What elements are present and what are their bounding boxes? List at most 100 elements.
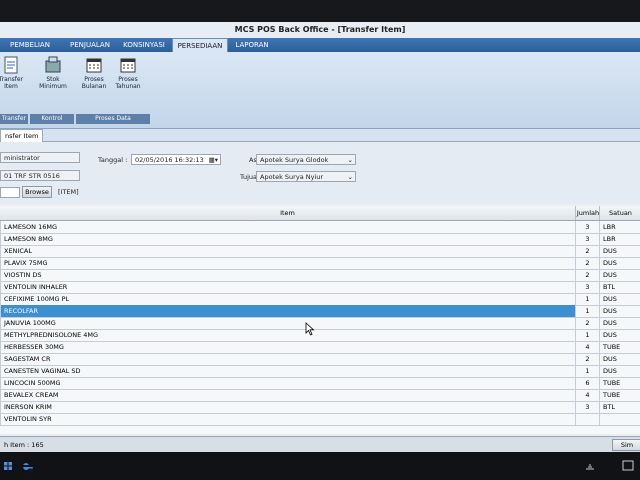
- tujuan-select[interactable]: Apotek Surya Nyiur ⌄: [256, 171, 356, 182]
- cell-item[interactable]: SAGESTAM CR: [0, 353, 575, 365]
- cell-satuan[interactable]: DUS: [599, 269, 640, 281]
- cell-satuan[interactable]: TUBE: [599, 389, 640, 401]
- cell-jumlah[interactable]: 6: [575, 377, 599, 389]
- item-tag: [ITEM]: [58, 188, 79, 196]
- browse-button[interactable]: Browse: [22, 186, 52, 198]
- asal-value: Apotek Surya Glodok: [260, 156, 329, 164]
- save-button[interactable]: Sim: [612, 439, 640, 451]
- cell-jumlah[interactable]: 2: [575, 353, 599, 365]
- cell-satuan[interactable]: BTL: [599, 281, 640, 293]
- tanggal-label: Tanggal :: [98, 156, 128, 164]
- cell-satuan[interactable]: BTL: [599, 401, 640, 413]
- proses-bulanan-button[interactable]: Proses Bulanan: [77, 56, 111, 90]
- cell-satuan[interactable]: TUBE: [599, 377, 640, 389]
- cell-satuan[interactable]: LBR: [599, 221, 640, 233]
- cell-satuan[interactable]: DUS: [599, 257, 640, 269]
- cell-jumlah[interactable]: 2: [575, 245, 599, 257]
- calendar-dropdown-icon[interactable]: ▦▾: [209, 155, 218, 164]
- ribbon-panel: Transfer Item Stok Minimum Proses Bulana…: [0, 52, 640, 129]
- cell-jumlah[interactable]: 4: [575, 341, 599, 353]
- cell-satuan[interactable]: DUS: [599, 365, 640, 377]
- cell-item[interactable]: CEFIXIME 100MG PL: [0, 293, 575, 305]
- transfer-item-label: Transfer Item: [0, 76, 24, 90]
- tujuan-value: Apotek Surya Nyiur: [260, 173, 324, 181]
- proses-tahunan-button[interactable]: Proses Tahunan: [111, 56, 145, 90]
- tanggal-value: 02/05/2016 16:32:13: [135, 156, 204, 164]
- table-row[interactable]: VENTOLIN SYR: [0, 413, 640, 426]
- cell-satuan[interactable]: TUBE: [599, 341, 640, 353]
- cell-item[interactable]: JANUVIA 100MG: [0, 317, 575, 329]
- chevron-down-icon: ⌄: [347, 156, 353, 164]
- cell-item[interactable]: VIOSTIN DS: [0, 269, 575, 281]
- cell-jumlah[interactable]: 1: [575, 329, 599, 341]
- cell-jumlah[interactable]: 1: [575, 365, 599, 377]
- cell-item[interactable]: METHYLPREDNISOLONE 4MG: [0, 329, 575, 341]
- cell-item[interactable]: LINCOCIN 500MG: [0, 377, 575, 389]
- items-grid: Item Jumlah Satuan LAMESON 16MG 3 LBR LAMES…: [0, 206, 640, 434]
- tab-konsinyasi[interactable]: KONSINYASI: [118, 38, 170, 52]
- cell-satuan[interactable]: DUS: [599, 245, 640, 257]
- start-icon[interactable]: [4, 462, 12, 470]
- proses-bulanan-label: Proses Bulanan: [81, 76, 107, 90]
- column-header-jumlah[interactable]: Jumlah: [575, 206, 600, 220]
- cell-item[interactable]: VENTOLIN INHALER: [0, 281, 575, 293]
- cell-item[interactable]: BEVALEX CREAM: [0, 389, 575, 401]
- cell-jumlah[interactable]: 3: [575, 401, 599, 413]
- cell-item[interactable]: LAMESON 16MG: [0, 221, 575, 233]
- monitor-bezel: [0, 0, 640, 22]
- cell-jumlah[interactable]: 3: [575, 281, 599, 293]
- cell-jumlah[interactable]: 2: [575, 317, 599, 329]
- item-code-input[interactable]: [0, 187, 20, 198]
- cell-item[interactable]: VENTOLIN SYR: [0, 413, 575, 425]
- column-header-item[interactable]: Item: [0, 206, 575, 220]
- ribbon-tab-bar: PEMBELIAN PENJUALAN KONSINYASI PERSEDIAA…: [0, 38, 640, 52]
- tab-persediaan[interactable]: PERSEDIAAN: [172, 38, 228, 52]
- network-icon[interactable]: [585, 462, 595, 470]
- browser-icon[interactable]: [18, 458, 34, 474]
- cell-item[interactable]: XENICAL: [0, 245, 575, 257]
- column-header-satuan[interactable]: Satuan: [599, 206, 640, 220]
- cell-satuan[interactable]: DUS: [599, 329, 640, 341]
- cell-satuan[interactable]: DUS: [599, 353, 640, 365]
- transfer-icon: [4, 56, 18, 74]
- cell-satuan[interactable]: LBR: [599, 233, 640, 245]
- cell-satuan[interactable]: [599, 413, 640, 425]
- cell-jumlah[interactable]: 3: [575, 233, 599, 245]
- cell-item[interactable]: CANESTEN VAGINAL SD: [0, 365, 575, 377]
- cell-satuan[interactable]: DUS: [599, 317, 640, 329]
- cell-jumlah[interactable]: 4: [575, 389, 599, 401]
- status-bar: h Item : 165 Sim: [0, 436, 640, 452]
- proses-tahunan-label: Proses Tahunan: [115, 76, 141, 90]
- cell-satuan[interactable]: DUS: [599, 293, 640, 305]
- mouse-cursor-icon: [305, 322, 315, 336]
- cell-item[interactable]: RECOLFAR: [0, 305, 575, 317]
- grid-header: Item Jumlah Satuan: [0, 206, 640, 221]
- group-transfer: Transfer: [0, 114, 28, 124]
- tab-laporan[interactable]: LAPORAN: [230, 38, 274, 52]
- tab-pembelian[interactable]: PEMBELIAN: [0, 38, 60, 52]
- calendar-icon: [86, 58, 102, 73]
- asal-select[interactable]: Apotek Surya Glodok ⌄: [256, 154, 356, 165]
- tanggal-input[interactable]: 02/05/2016 16:32:13 ▦▾: [131, 154, 221, 165]
- tab-penjualan[interactable]: PENJUALAN: [62, 38, 118, 52]
- cell-item[interactable]: INERSON KRIM: [0, 401, 575, 413]
- cell-item[interactable]: HERBESSER 30MG: [0, 341, 575, 353]
- transfer-item-button[interactable]: Transfer Item: [0, 56, 28, 90]
- cell-jumlah[interactable]: 1: [575, 293, 599, 305]
- document-tab-bar: nsfer Item: [0, 129, 640, 142]
- cell-jumlah[interactable]: 3: [575, 221, 599, 233]
- tab-transfer-item[interactable]: nsfer Item: [0, 129, 44, 142]
- stok-minimum-label: Stok Minimum: [39, 76, 67, 90]
- cell-jumlah[interactable]: [575, 413, 599, 425]
- notification-icon[interactable]: [622, 460, 634, 472]
- cell-item[interactable]: PLAVIX 75MG: [0, 257, 575, 269]
- group-proses-data: Proses Data: [76, 114, 150, 124]
- cell-jumlah[interactable]: 2: [575, 269, 599, 281]
- cell-jumlah[interactable]: 2: [575, 257, 599, 269]
- cell-jumlah[interactable]: 1: [575, 305, 599, 317]
- cell-item[interactable]: LAMESON 8MG: [0, 233, 575, 245]
- stok-minimum-button[interactable]: Stok Minimum: [36, 56, 70, 90]
- app-window: MCS POS Back Office - [Transfer Item] PE…: [0, 22, 640, 452]
- cell-satuan[interactable]: DUS: [599, 305, 640, 317]
- chevron-down-icon: ⌄: [347, 173, 353, 181]
